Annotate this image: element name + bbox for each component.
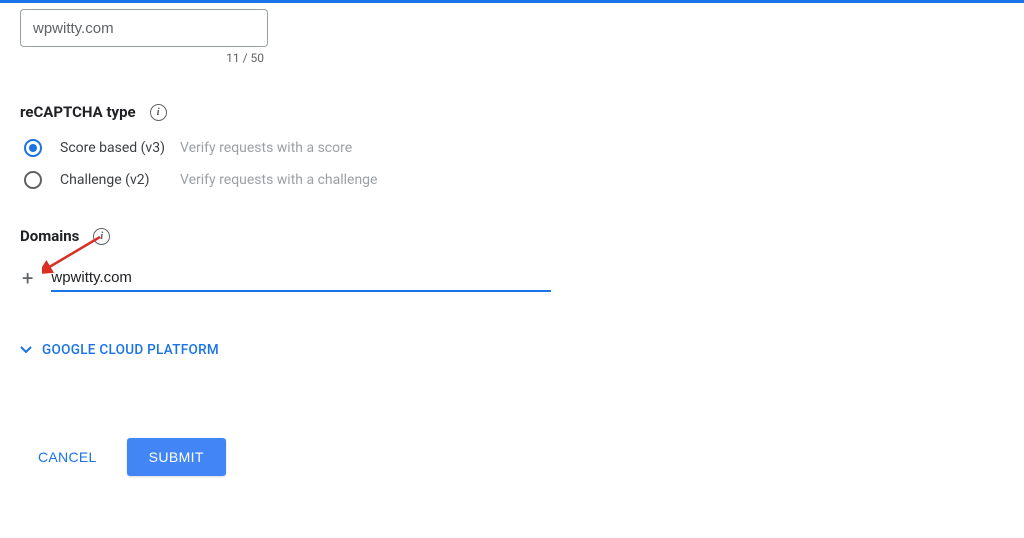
chevron-down-icon [20,346,32,354]
domain-input[interactable] [51,267,551,292]
submit-button[interactable]: SUBMIT [127,438,226,476]
radio-selected-icon [24,139,42,157]
domain-input-row: + [22,267,1004,292]
info-icon[interactable]: i [150,104,167,121]
recaptcha-type-header: reCAPTCHA type i [20,103,1004,121]
form-actions: CANCEL SUBMIT [32,438,1004,476]
recaptcha-registration-form: 11 / 50 reCAPTCHA type i Score based (v3… [0,3,1024,476]
radio-option-score-based[interactable]: Score based (v3) Verify requests with a … [20,139,1004,157]
radio-label: Score based (v3) [60,140,180,156]
radio-description: Verify requests with a score [180,140,352,156]
collapsible-gcp[interactable]: GOOGLE CLOUD PLATFORM [20,342,1004,358]
radio-description: Verify requests with a challenge [180,172,377,188]
recaptcha-type-title: reCAPTCHA type [20,103,136,121]
domains-header: Domains i [20,227,1004,245]
radio-unselected-icon [24,171,42,189]
plus-icon[interactable]: + [22,268,33,292]
label-char-counter: 11 / 50 [20,51,268,65]
collapsible-label: GOOGLE CLOUD PLATFORM [42,342,219,358]
label-input[interactable] [20,9,268,47]
cancel-button[interactable]: CANCEL [32,441,103,473]
domains-section: Domains i + [20,227,1004,292]
radio-label: Challenge (v2) [60,172,180,188]
domains-title: Domains [20,227,79,245]
radio-option-challenge[interactable]: Challenge (v2) Verify requests with a ch… [20,171,1004,189]
info-icon[interactable]: i [93,228,110,245]
